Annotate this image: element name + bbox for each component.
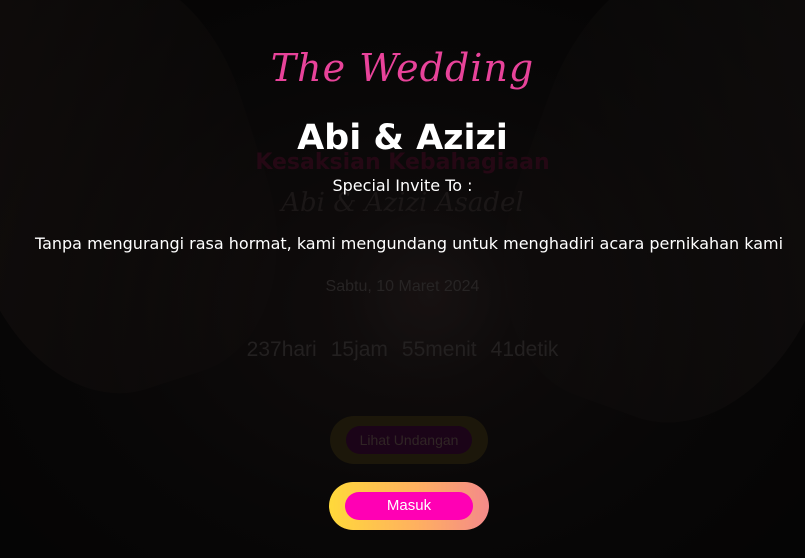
welcome-modal: The Wedding Abi & Azizi Special Invite T… bbox=[0, 0, 805, 558]
couple-names: Abi & Azizi bbox=[297, 118, 508, 158]
wedding-script-title: The Wedding bbox=[270, 46, 535, 90]
enter-button[interactable]: Masuk bbox=[345, 492, 473, 520]
enter-button-frame: Masuk bbox=[329, 482, 489, 530]
invitation-message: Tanpa mengurangi rasa hormat, kami mengu… bbox=[34, 234, 784, 253]
invite-label: Special Invite To : bbox=[332, 176, 473, 195]
invitation-page: Kesaksian Kebahagiaan Abi & Azizi Asadel… bbox=[0, 0, 805, 558]
